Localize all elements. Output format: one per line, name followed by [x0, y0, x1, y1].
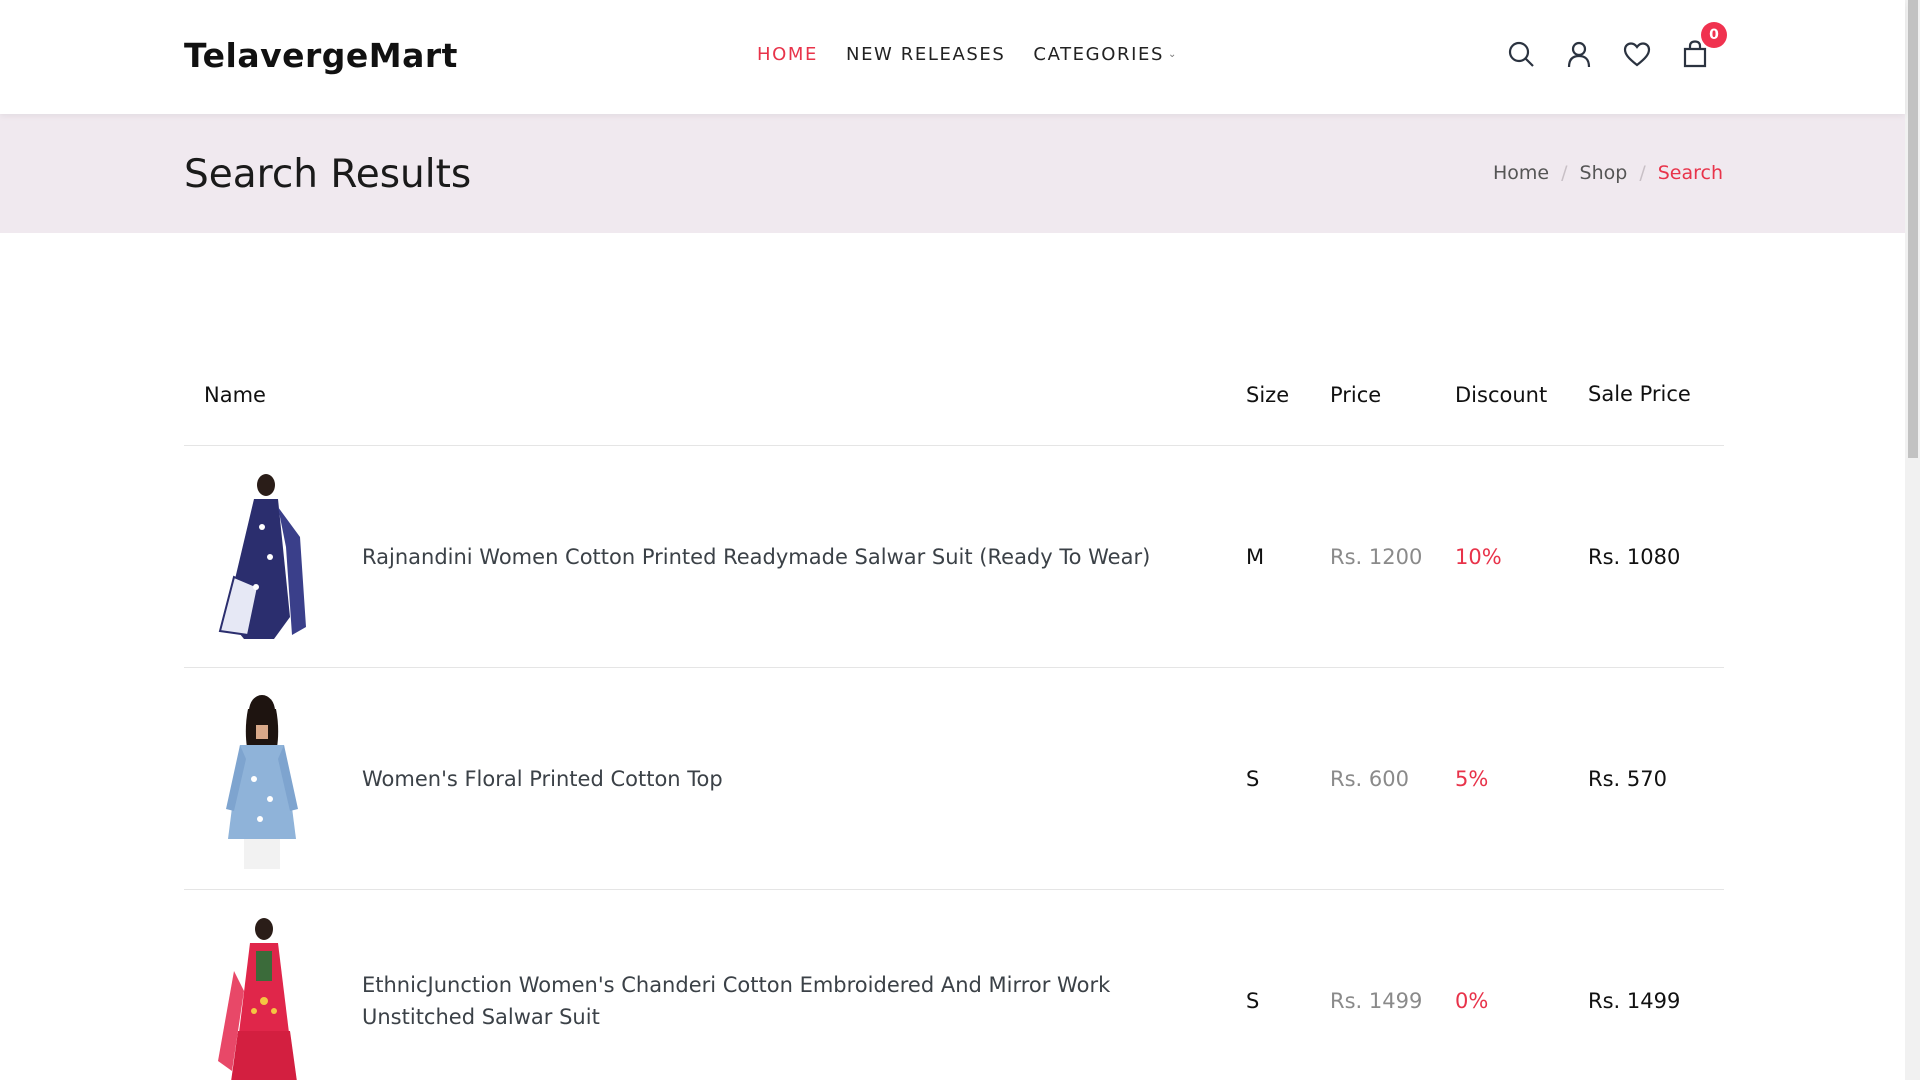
page-title: Search Results: [184, 152, 472, 197]
table-row[interactable]: EthnicJunction Women's Chanderi Cotton E…: [184, 890, 1724, 1080]
cart-icon[interactable]: 0: [1679, 22, 1727, 70]
scrollbar-thumb[interactable]: [1908, 0, 1918, 458]
sale-price-cell: Rs. 1080: [1588, 544, 1681, 569]
product-name[interactable]: Rajnandini Women Cotton Printed Readymad…: [362, 541, 1150, 573]
main-nav: HOME NEW RELEASES CATEGORIES ⌄: [757, 44, 1178, 65]
heart-icon[interactable]: [1621, 38, 1653, 70]
price-cell: Rs. 600: [1330, 766, 1409, 791]
sale-price-cell: Rs. 1499: [1588, 988, 1681, 1013]
product-thumbnail[interactable]: [204, 911, 320, 1080]
product-thumbnail[interactable]: [204, 689, 320, 869]
header-icons: 0: [1505, 22, 1727, 70]
results-table: Name Size Price Discount Sale Price Rajn…: [184, 344, 1724, 1080]
breadcrumb-home[interactable]: Home: [1493, 162, 1549, 184]
size-cell: S: [1246, 988, 1260, 1013]
table-header: Name Size Price Discount Sale Price: [184, 344, 1724, 446]
price-cell: Rs. 1200: [1330, 544, 1423, 569]
product-name[interactable]: Women's Floral Printed Cotton Top: [362, 763, 723, 795]
nav-home-label: HOME: [757, 44, 819, 65]
column-header-discount: Discount: [1455, 382, 1548, 407]
breadcrumb: Home / Shop / Search: [1493, 162, 1723, 184]
size-cell: M: [1246, 544, 1265, 569]
page-banner: Search Results Home / Shop / Search: [0, 114, 1905, 233]
discount-cell: 10%: [1455, 544, 1502, 569]
nav-categories[interactable]: CATEGORIES ⌄: [1033, 44, 1178, 65]
column-header-size: Size: [1246, 382, 1290, 407]
site-logo[interactable]: TelavergeMart: [184, 36, 458, 75]
nav-new-releases-label: NEW RELEASES: [846, 44, 1006, 65]
name-cell: Rajnandini Women Cotton Printed Readymad…: [184, 467, 1226, 647]
table-row[interactable]: Women's Floral Printed Cotton Top S Rs. …: [184, 668, 1724, 890]
name-cell: Women's Floral Printed Cotton Top: [184, 689, 1226, 869]
nav-new-releases[interactable]: NEW RELEASES: [846, 44, 1005, 65]
price-cell: Rs. 1499: [1330, 988, 1423, 1013]
sale-price-cell: Rs. 570: [1588, 766, 1667, 791]
nav-home[interactable]: HOME: [757, 44, 818, 65]
search-icon[interactable]: [1505, 38, 1537, 70]
table-row[interactable]: Rajnandini Women Cotton Printed Readymad…: [184, 446, 1724, 668]
breadcrumb-shop[interactable]: Shop: [1580, 162, 1628, 184]
column-header-name: Name: [204, 382, 266, 407]
name-cell: EthnicJunction Women's Chanderi Cotton E…: [184, 911, 1226, 1080]
cart-count-badge: 0: [1701, 22, 1727, 48]
nav-categories-label: CATEGORIES: [1033, 44, 1164, 65]
breadcrumb-current: Search: [1657, 162, 1723, 184]
breadcrumb-separator: /: [1561, 162, 1568, 184]
column-header-price: Price: [1330, 382, 1382, 407]
product-name[interactable]: EthnicJunction Women's Chanderi Cotton E…: [362, 969, 1226, 1033]
discount-cell: 5%: [1455, 766, 1489, 791]
product-thumbnail[interactable]: [204, 467, 320, 647]
size-cell: S: [1246, 766, 1260, 791]
user-icon[interactable]: [1563, 38, 1595, 70]
column-header-sale-price: Sale Price: [1588, 382, 1691, 406]
breadcrumb-separator: /: [1639, 162, 1646, 184]
chevron-down-icon: ⌄: [1168, 49, 1178, 60]
page-scrollbar[interactable]: [1905, 0, 1920, 1080]
site-header: TelavergeMart HOME NEW RELEASES CATEGORI…: [0, 0, 1905, 114]
discount-cell: 0%: [1455, 988, 1489, 1013]
